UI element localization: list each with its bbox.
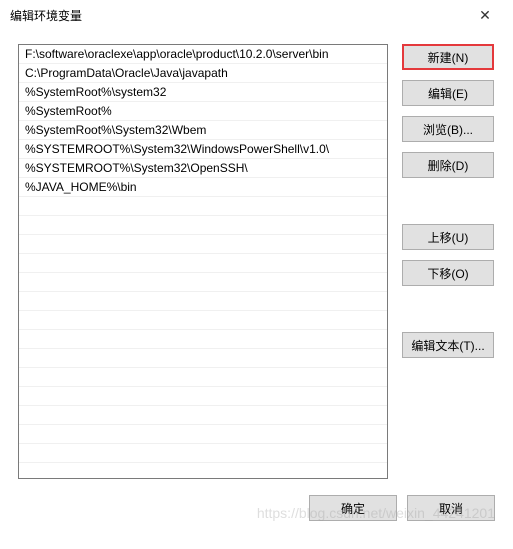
list-item[interactable]: %JAVA_HOME%\bin [19, 178, 387, 197]
list-item-empty[interactable] [19, 273, 387, 292]
list-item-empty[interactable] [19, 368, 387, 387]
dialog-footer: 确定 取消 [0, 489, 513, 521]
list-item[interactable]: %SystemRoot%\system32 [19, 83, 387, 102]
new-button[interactable]: 新建(N) [402, 44, 494, 70]
list-item-empty[interactable] [19, 311, 387, 330]
edittext-button[interactable]: 编辑文本(T)... [402, 332, 494, 358]
close-icon: ✕ [479, 7, 491, 24]
list-item[interactable]: F:\software\oraclexe\app\oracle\product\… [19, 45, 387, 64]
list-item[interactable]: %SystemRoot%\System32\Wbem [19, 121, 387, 140]
list-item[interactable]: %SYSTEMROOT%\System32\WindowsPowerShell\… [19, 140, 387, 159]
list-item-empty[interactable] [19, 216, 387, 235]
delete-button[interactable]: 删除(D) [402, 152, 494, 178]
list-item-empty[interactable] [19, 387, 387, 406]
list-item-empty[interactable] [19, 235, 387, 254]
path-listbox[interactable]: F:\software\oraclexe\app\oracle\product\… [18, 44, 388, 479]
list-item[interactable]: %SYSTEMROOT%\System32\OpenSSH\ [19, 159, 387, 178]
list-item[interactable]: %SystemRoot% [19, 102, 387, 121]
ok-button[interactable]: 确定 [309, 495, 397, 521]
titlebar: 编辑环境变量 ✕ [0, 0, 513, 30]
list-item-empty[interactable] [19, 406, 387, 425]
list-item-empty[interactable] [19, 425, 387, 444]
list-item-empty[interactable] [19, 254, 387, 273]
moveup-button[interactable]: 上移(U) [402, 224, 494, 250]
list-item-empty[interactable] [19, 444, 387, 463]
browse-button[interactable]: 浏览(B)... [402, 116, 494, 142]
list-item-empty[interactable] [19, 349, 387, 368]
edit-button[interactable]: 编辑(E) [402, 80, 494, 106]
list-item-empty[interactable] [19, 197, 387, 216]
list-item-empty[interactable] [19, 292, 387, 311]
list-item-empty[interactable] [19, 330, 387, 349]
cancel-button[interactable]: 取消 [407, 495, 495, 521]
movedown-button[interactable]: 下移(O) [402, 260, 494, 286]
window-title: 编辑环境变量 [10, 7, 82, 24]
list-item[interactable]: C:\ProgramData\Oracle\Java\javapath [19, 64, 387, 83]
dialog-content: F:\software\oraclexe\app\oracle\product\… [0, 30, 513, 489]
button-column: 新建(N) 编辑(E) 浏览(B)... 删除(D) 上移(U) 下移(O) 编… [402, 44, 494, 479]
close-button[interactable]: ✕ [465, 1, 505, 29]
